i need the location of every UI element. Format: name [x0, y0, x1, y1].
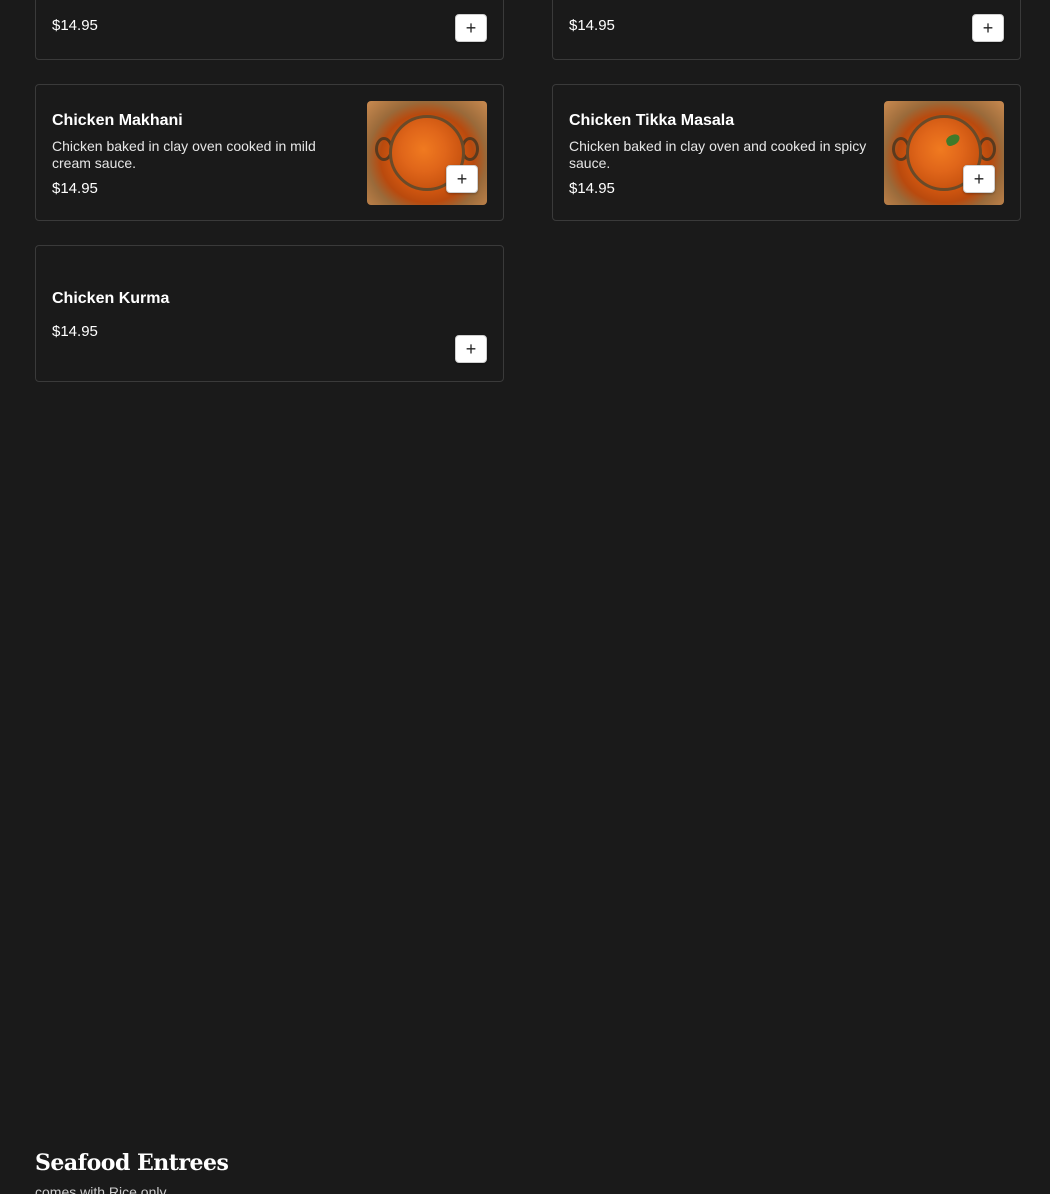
menu-item-card[interactable]: Chicken Kurma $14.95 + — [35, 245, 504, 382]
plus-icon: + — [465, 339, 477, 359]
item-description: Chicken baked in clay oven and cooked in… — [569, 138, 867, 171]
section-title: Seafood Entrees — [35, 1150, 229, 1176]
add-item-button[interactable]: + — [455, 335, 487, 363]
menu-item-card[interactable]: $14.95 + — [35, 0, 504, 60]
menu-item-card[interactable]: $14.95 + — [552, 0, 1021, 60]
item-price: $14.95 — [569, 180, 615, 197]
item-price: $14.95 — [52, 17, 98, 34]
menu-page: $14.95 + $14.95 + Chicken Makhani Chicke… — [0, 0, 1050, 1194]
add-item-button[interactable]: + — [972, 14, 1004, 42]
add-item-button[interactable]: + — [446, 165, 478, 193]
item-price: $14.95 — [569, 17, 615, 34]
item-description: Chicken baked in clay oven cooked in mil… — [52, 138, 316, 171]
item-price: $14.95 — [52, 180, 98, 197]
item-name: Chicken Tikka Masala — [569, 112, 735, 129]
plus-icon: + — [973, 169, 985, 189]
item-name: Chicken Makhani — [52, 112, 183, 129]
menu-item-card[interactable]: Chicken Tikka Masala Chicken baked in cl… — [552, 84, 1021, 221]
item-price: $14.95 — [52, 323, 98, 340]
add-item-button[interactable]: + — [455, 14, 487, 42]
plus-icon: + — [456, 169, 468, 189]
plus-icon: + — [465, 18, 477, 38]
item-name: Chicken Kurma — [52, 290, 170, 307]
menu-item-card[interactable]: Chicken Makhani Chicken baked in clay ov… — [35, 84, 504, 221]
add-item-button[interactable]: + — [963, 165, 995, 193]
plus-icon: + — [982, 18, 994, 38]
section-subtitle: comes with Rice only — [35, 1184, 167, 1194]
